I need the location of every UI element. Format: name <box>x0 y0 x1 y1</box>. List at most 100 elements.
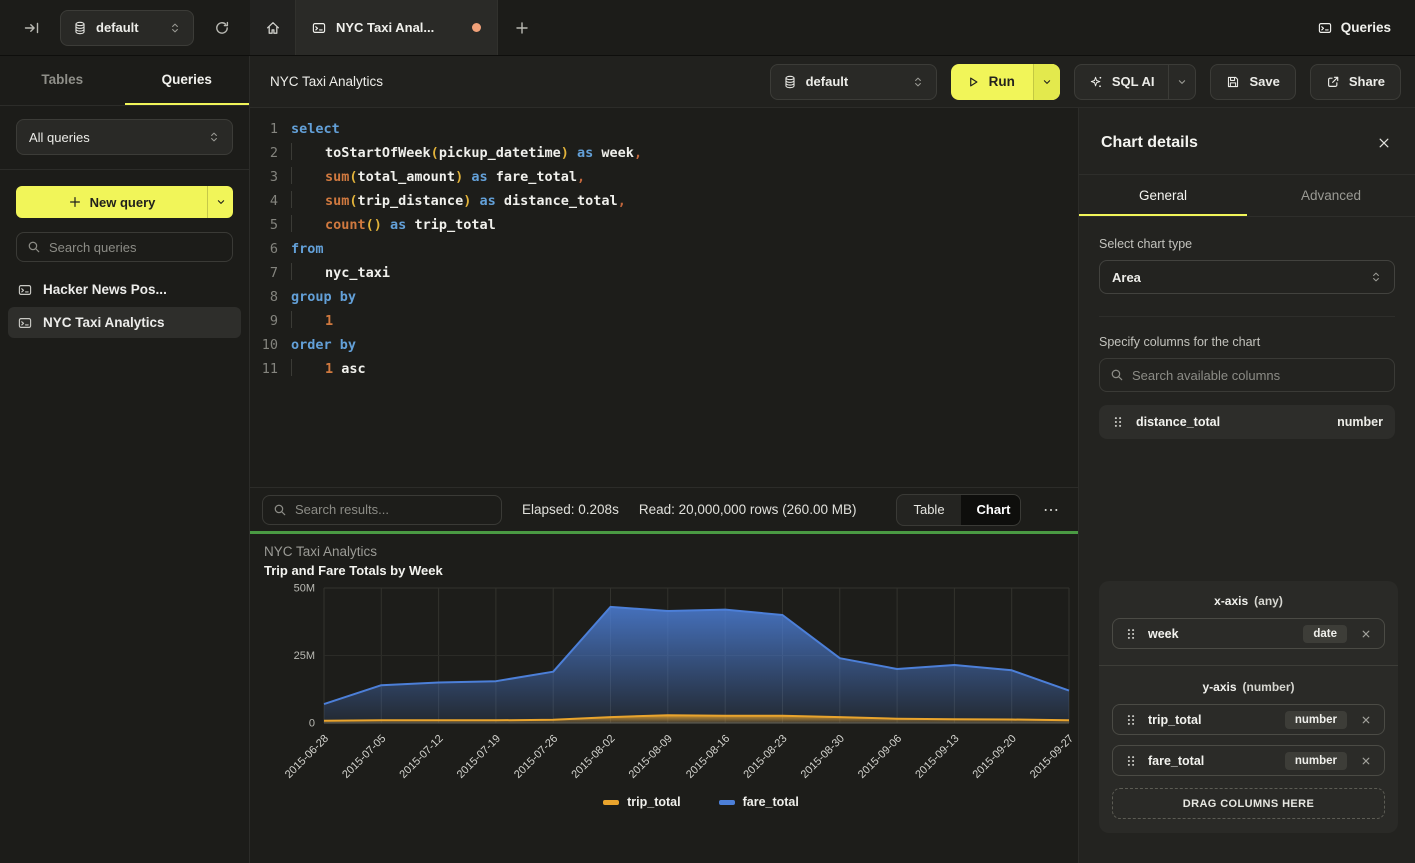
svg-text:2015-09-13: 2015-09-13 <box>913 733 961 781</box>
top-bar: default NYC Taxi Anal... Queries <box>0 0 1415 56</box>
results-search[interactable] <box>262 495 502 525</box>
drag-handle-icon[interactable] <box>1124 627 1138 641</box>
axes-card: x-axis(any) week date y-axis(number) <box>1099 581 1398 833</box>
editor-column: 1select2toStartOfWeek(pickup_datetime) a… <box>250 108 1078 863</box>
run-dropdown[interactable] <box>1033 64 1060 100</box>
work-row: 1select2toStartOfWeek(pickup_datetime) a… <box>250 108 1415 863</box>
tab-tables[interactable]: Tables <box>0 56 125 105</box>
code-text: 1 asc <box>291 357 366 381</box>
results-search-input[interactable] <box>295 502 491 517</box>
terminal-icon <box>1318 21 1332 35</box>
indent-guide <box>291 215 292 232</box>
remove-column-button[interactable] <box>1357 625 1375 643</box>
queries-button[interactable]: Queries <box>1318 20 1391 35</box>
sql-ai-dropdown[interactable] <box>1168 65 1195 99</box>
drag-handle-icon[interactable] <box>1124 754 1138 768</box>
elapsed-stat: Elapsed: 0.208s <box>522 502 619 517</box>
panel-body: Select chart type Area Specify columns f… <box>1079 217 1415 459</box>
sql-editor[interactable]: 1select2toStartOfWeek(pickup_datetime) a… <box>250 108 1078 487</box>
legend-item[interactable]: fare_total <box>719 795 799 809</box>
new-tab-button[interactable] <box>508 14 536 42</box>
tab-queries[interactable]: Queries <box>125 56 250 105</box>
database-selector[interactable]: default <box>60 10 194 46</box>
run-button[interactable]: Run <box>951 64 1060 100</box>
view-toggle-table[interactable]: Table <box>897 495 960 525</box>
legend-swatch <box>603 800 619 805</box>
search-icon <box>27 240 41 254</box>
new-query-wrap: New query <box>0 170 249 226</box>
svg-text:2015-07-26: 2015-07-26 <box>512 733 560 781</box>
columns-search-input[interactable] <box>1132 368 1384 383</box>
query-filter-wrap: All queries <box>0 106 249 170</box>
code-text: from <box>291 237 324 261</box>
y-axis-column-row[interactable]: trip_total number <box>1112 704 1385 735</box>
y-axis-column-row[interactable]: fare_total number <box>1112 745 1385 776</box>
query-list-item[interactable]: Hacker News Pos... <box>8 274 241 305</box>
query-search[interactable] <box>16 232 233 262</box>
legend-item[interactable]: trip_total <box>603 795 680 809</box>
query-list-item-selected[interactable]: NYC Taxi Analytics <box>8 307 241 338</box>
remove-column-button[interactable] <box>1357 752 1375 770</box>
axis-column-name: trip_total <box>1148 713 1275 727</box>
columns-label: Specify columns for the chart <box>1099 335 1395 349</box>
query-tab[interactable]: NYC Taxi Anal... <box>296 0 498 55</box>
code-line: 3sum(total_amount) as fare_total, <box>250 165 1078 189</box>
svg-text:2015-07-05: 2015-07-05 <box>340 733 388 781</box>
panel-close-button[interactable] <box>1375 134 1393 152</box>
axis-column-name: week <box>1148 627 1293 641</box>
code-text: 1 <box>291 309 333 333</box>
sidebar-collapse-button[interactable] <box>18 14 46 42</box>
share-button[interactable]: Share <box>1310 64 1401 100</box>
code-text: toStartOfWeek(pickup_datetime) as week, <box>291 141 642 165</box>
remove-column-button[interactable] <box>1357 711 1375 729</box>
query-filter-value: All queries <box>29 130 199 145</box>
column-type: number <box>1337 415 1383 429</box>
tab-advanced[interactable]: Advanced <box>1247 175 1415 216</box>
drop-zone[interactable]: DRAG COLUMNS HERE <box>1112 788 1385 819</box>
panel-tabs: General Advanced <box>1079 175 1415 217</box>
read-stat: Read: 20,000,000 rows (260.00 MB) <box>639 502 857 517</box>
chart-legend: trip_total fare_total <box>324 795 1078 809</box>
home-tab-button[interactable] <box>250 0 296 55</box>
chart-subtitle: Trip and Fare Totals by Week <box>264 563 1078 578</box>
code-line: 91 <box>250 309 1078 333</box>
toolbar-database-selector[interactable]: default <box>770 64 937 100</box>
new-query-dropdown[interactable] <box>207 186 233 218</box>
drag-handle-icon[interactable] <box>1124 713 1138 727</box>
query-search-input[interactable] <box>49 240 222 255</box>
query-toolbar: NYC Taxi Analytics default Run <box>250 56 1415 108</box>
chart-type-value: Area <box>1112 270 1141 285</box>
chevron-down-icon <box>1041 76 1053 88</box>
remove-icon <box>1359 627 1373 641</box>
chart-type-select[interactable]: Area <box>1099 260 1395 294</box>
database-selector-value: default <box>96 20 160 35</box>
query-filter-select[interactable]: All queries <box>16 119 233 155</box>
drag-handle-icon[interactable] <box>1111 415 1125 429</box>
terminal-icon <box>18 316 32 330</box>
code-line: 7nyc_taxi <box>250 261 1078 285</box>
x-axis-title: x-axis(any) <box>1112 594 1385 608</box>
main-layout: Tables Queries All queries New query <box>0 56 1415 863</box>
more-options-icon[interactable]: ⋯ <box>1041 500 1066 520</box>
line-number: 3 <box>250 165 278 189</box>
indent-guide <box>291 263 292 280</box>
columns-search[interactable] <box>1099 358 1395 392</box>
svg-text:2015-07-12: 2015-07-12 <box>397 733 445 781</box>
new-query-button[interactable]: New query <box>16 186 233 218</box>
refresh-button[interactable] <box>208 14 236 42</box>
line-number: 4 <box>250 189 278 213</box>
sql-console-app: default NYC Taxi Anal... Queries T <box>0 0 1415 863</box>
sql-ai-button[interactable]: SQL AI <box>1074 64 1197 100</box>
remove-icon <box>1359 713 1373 727</box>
available-column-pill[interactable]: distance_total number <box>1099 405 1395 439</box>
save-button[interactable]: Save <box>1210 64 1295 100</box>
plus-icon <box>514 20 530 36</box>
code-text: group by <box>291 285 356 309</box>
svg-text:0: 0 <box>309 718 315 730</box>
tab-general[interactable]: General <box>1079 175 1247 216</box>
save-label: Save <box>1249 74 1279 89</box>
x-axis-hint: (any) <box>1254 594 1283 608</box>
x-axis-column-row[interactable]: week date <box>1112 618 1385 649</box>
view-toggle-chart[interactable]: Chart <box>961 495 1021 525</box>
svg-text:2015-08-02: 2015-08-02 <box>569 733 617 781</box>
